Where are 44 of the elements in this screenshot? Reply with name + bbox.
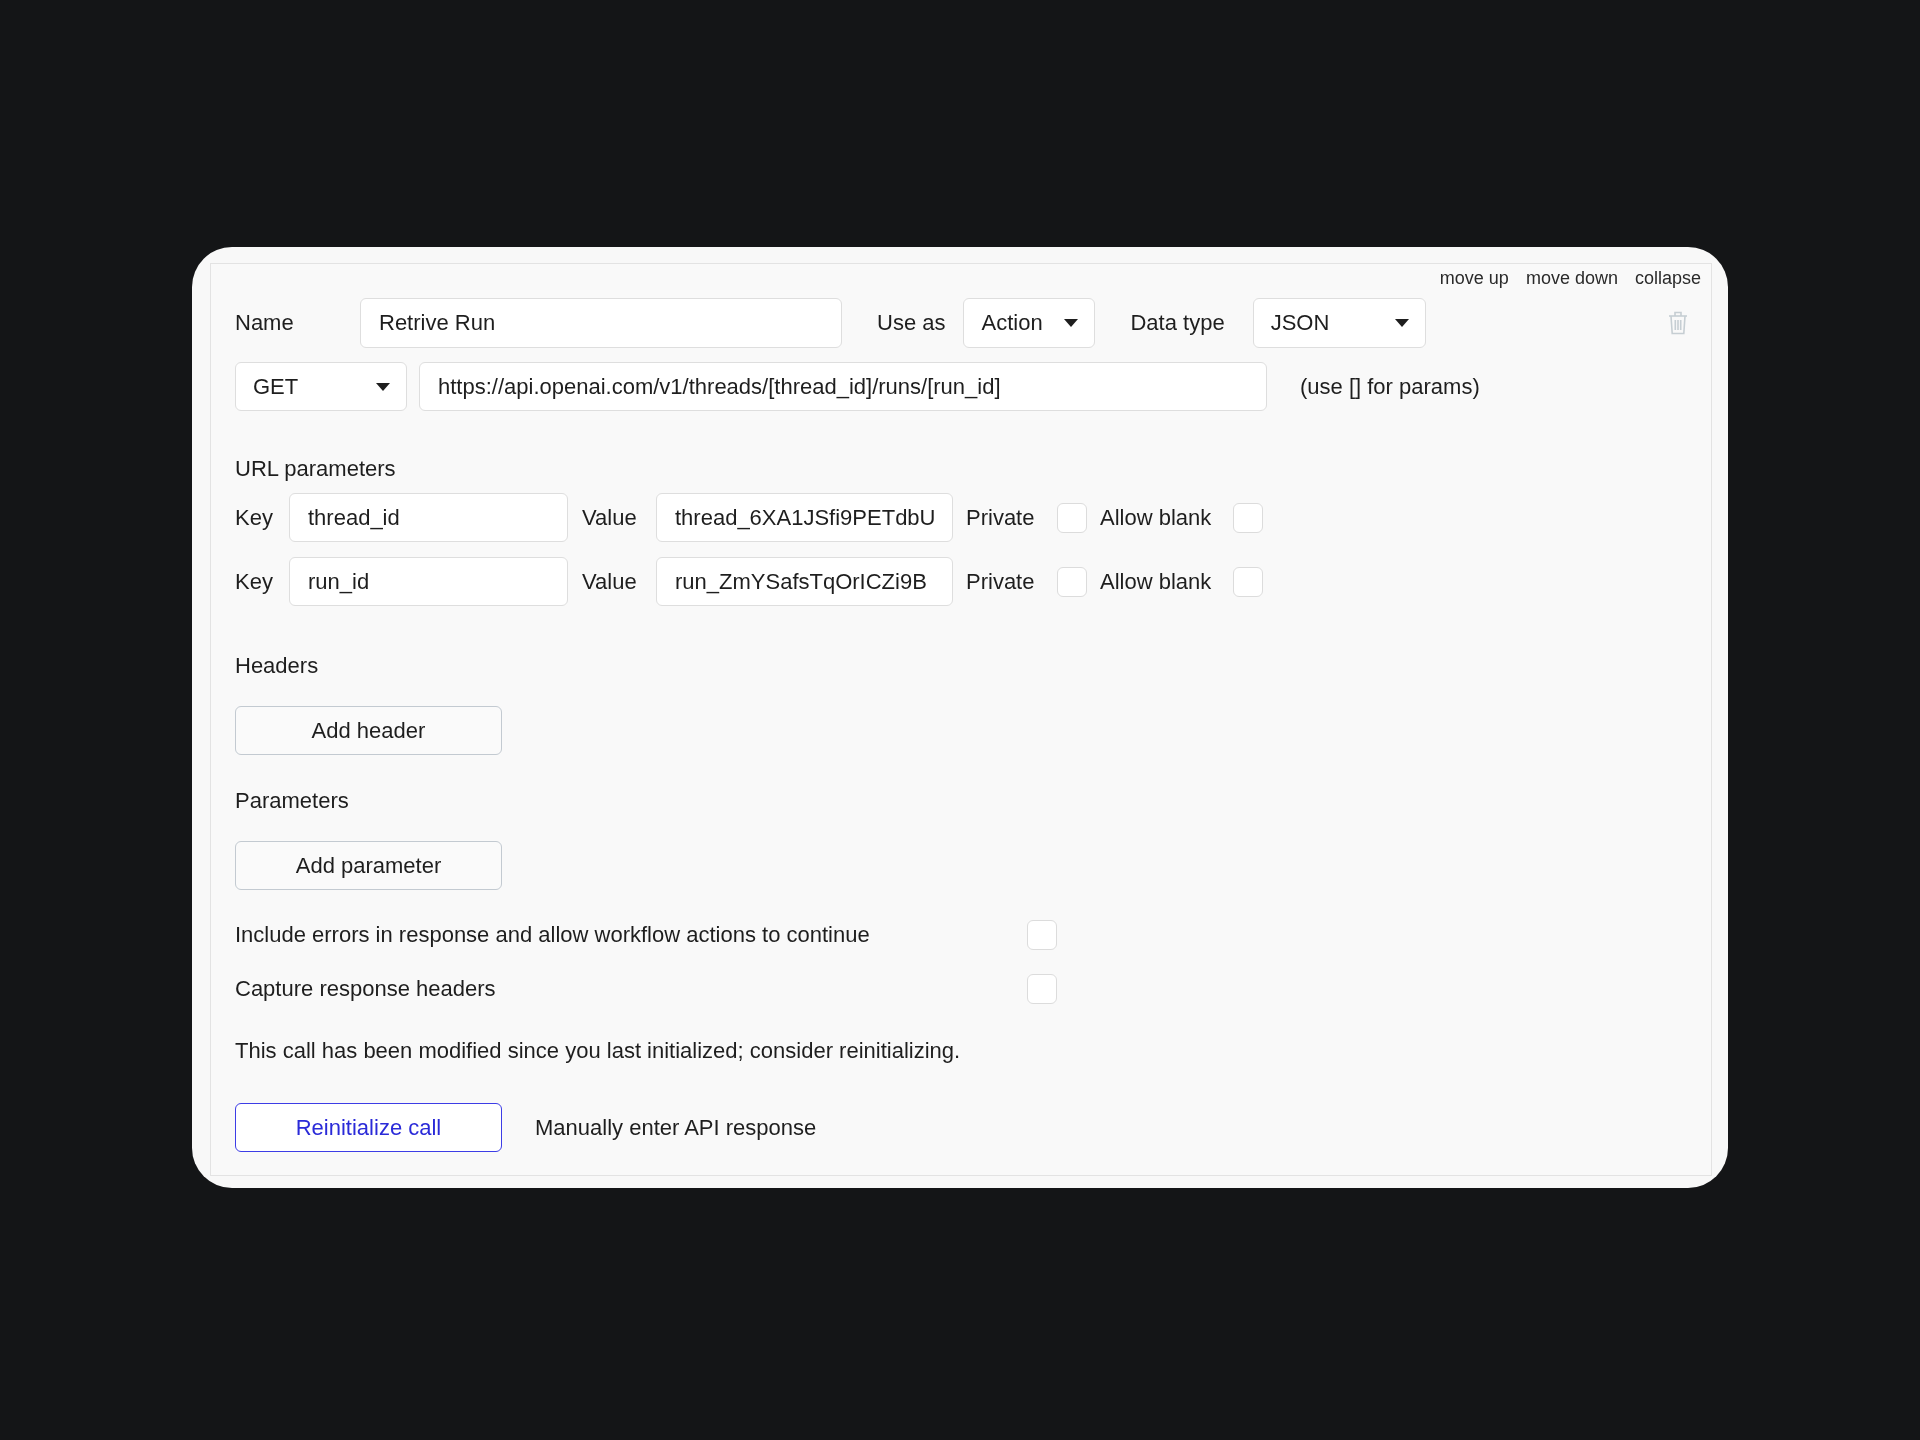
notice-text: This call has been modified since you last initialized; consider reinitializing. <box>235 1037 961 1065</box>
allow-blank-checkbox[interactable] <box>1233 502 1263 533</box>
private-checkbox[interactable] <box>1057 502 1087 533</box>
data-type-dropdown[interactable]: JSON <box>1252 298 1426 348</box>
section-title: Headers <box>235 652 319 680</box>
option-checkbox[interactable] <box>1027 974 1057 1004</box>
option-label: Capture response headers <box>235 975 497 1003</box>
private-label: Private <box>966 503 1036 532</box>
url-hint: (use [] for params) <box>1300 372 1480 401</box>
option-checkbox[interactable] <box>1027 920 1057 950</box>
option-label: Include errors in response and allow workflow actions to continue <box>235 921 871 949</box>
method-dropdown[interactable]: GET <box>235 362 407 411</box>
name-label: Name <box>235 309 295 337</box>
use-as-label: Use as <box>877 309 946 337</box>
use-as-dropdown[interactable]: Action <box>963 298 1096 348</box>
key-input[interactable]: run_id <box>289 557 568 606</box>
key-input[interactable]: thread_id <box>289 493 568 542</box>
card-action-link[interactable]: collapse <box>1634 266 1701 290</box>
section-title: Parameters <box>235 787 349 815</box>
allow-blank-label: Allow blank <box>1100 567 1213 596</box>
caret-icon <box>376 382 390 391</box>
allow-blank-label: Allow blank <box>1100 503 1213 532</box>
trash-icon[interactable] <box>1668 311 1688 335</box>
card-action-link[interactable]: move down <box>1525 266 1618 290</box>
add-button[interactable]: Add parameter <box>235 841 502 890</box>
private-label: Private <box>966 567 1036 596</box>
section-title: URL parameters <box>235 455 396 483</box>
reinitialize-button[interactable]: Reinitialize call <box>235 1103 502 1152</box>
add-button[interactable]: Add header <box>235 706 502 755</box>
url-input[interactable]: https://api.openai.com/v1/threads/[thread_id]/runs/[run_id] <box>419 362 1267 411</box>
allow-blank-checkbox[interactable] <box>1233 566 1263 597</box>
name-input[interactable]: Retrive Run <box>360 298 842 348</box>
key-label: Key <box>235 503 274 532</box>
value-label: Value <box>582 503 638 532</box>
caret-icon <box>1394 319 1409 327</box>
data-type-label: Data type <box>1130 309 1225 337</box>
card-action-link[interactable]: move up <box>1439 266 1509 290</box>
key-label: Key <box>235 567 274 596</box>
manual-response-link[interactable]: Manually enter API response <box>535 1112 817 1143</box>
private-checkbox[interactable] <box>1057 566 1087 597</box>
caret-icon <box>1064 319 1079 327</box>
value-label: Value <box>582 567 638 596</box>
value-input[interactable]: thread_6XA1JSfi9PETdbU <box>656 493 953 542</box>
value-input[interactable]: run_ZmYSafsTqOrICZi9B <box>656 557 953 606</box>
